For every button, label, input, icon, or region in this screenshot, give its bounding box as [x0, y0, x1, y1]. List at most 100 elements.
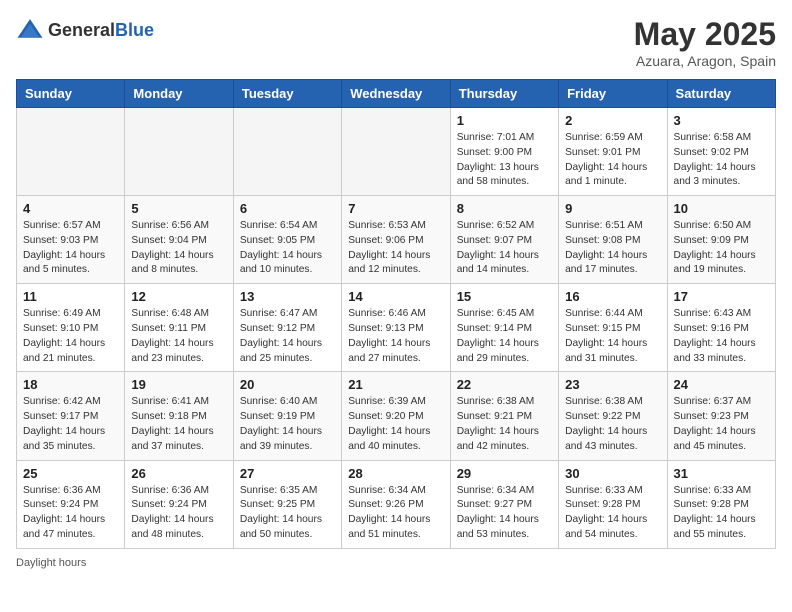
calendar-cell-w4-d7: 24 Sunrise: 6:37 AM Sunset: 9:23 PM Dayli…	[667, 372, 775, 460]
col-saturday: Saturday	[667, 80, 775, 108]
day-info: Sunrise: 6:33 AM Sunset: 9:28 PM Dayligh…	[674, 484, 769, 543]
day-info: Sunrise: 7:01 AM Sunset: 9:00 PM Dayligh…	[457, 131, 552, 190]
day-info: Sunrise: 6:59 AM Sunset: 9:01 PM Dayligh…	[565, 131, 660, 190]
day-number: 26	[131, 466, 226, 481]
day-number: 8	[457, 201, 552, 216]
calendar-cell-w3-d3: 13 Sunrise: 6:47 AM Sunset: 9:12 PM Dayli…	[233, 284, 341, 372]
day-info: Sunrise: 6:35 AM Sunset: 9:25 PM Dayligh…	[240, 484, 335, 543]
calendar-cell-w2-d7: 10Sunrise: 6:50 AM Sunset: 9:09 PM Dayli…	[667, 196, 775, 284]
day-info: Sunrise: 6:38 AM Sunset: 9:22 PM Dayligh…	[565, 395, 660, 454]
day-number: 23	[565, 377, 660, 392]
day-info: Sunrise: 6:41 AM Sunset: 9:18 PM Dayligh…	[131, 395, 226, 454]
calendar-cell-w3-d7: 17Sunrise: 6:43 AM Sunset: 9:16 PM Dayli…	[667, 284, 775, 372]
calendar-cell-w2-d4: 7Sunrise: 6:53 AM Sunset: 9:06 PM Daylig…	[342, 196, 450, 284]
day-number: 17	[674, 289, 769, 304]
day-number: 4	[23, 201, 118, 216]
day-number: 30	[565, 466, 660, 481]
calendar-cell-w3-d2: 12 Sunrise: 6:48 AM Sunset: 9:11 PM Dayli…	[125, 284, 233, 372]
calendar-week-4: 18Sunrise: 6:42 AM Sunset: 9:17 PM Dayli…	[17, 372, 776, 460]
calendar-cell-w2-d3: 6 Sunrise: 6:54 AM Sunset: 9:05 PM Daylig…	[233, 196, 341, 284]
day-number: 6	[240, 201, 335, 216]
footer-note: Daylight hours	[16, 557, 776, 569]
day-info: Sunrise: 6:37 AM Sunset: 9:23 PM Dayligh…	[674, 395, 769, 454]
calendar-cell-w4-d2: 19 Sunrise: 6:41 AM Sunset: 9:18 PM Dayli…	[125, 372, 233, 460]
day-number: 13	[240, 289, 335, 304]
day-number: 11	[23, 289, 118, 304]
calendar-cell-w5-d4: 28 Sunrise: 6:34 AM Sunset: 9:26 PM Dayli…	[342, 460, 450, 548]
calendar-header-row: Sunday Monday Tuesday Wednesday Thursday…	[17, 80, 776, 108]
day-info: Sunrise: 6:58 AM Sunset: 9:02 PM Dayligh…	[674, 131, 769, 190]
day-number: 1	[457, 113, 552, 128]
page-header: GeneralBlue May 2025 Azuara, Aragon, Spa…	[16, 16, 776, 69]
day-number: 19	[131, 377, 226, 392]
title-block: May 2025 Azuara, Aragon, Spain	[634, 16, 776, 69]
day-info: Sunrise: 6:34 AM Sunset: 9:26 PM Dayligh…	[348, 484, 443, 543]
calendar-cell-w1-d7: 3 Sunrise: 6:58 AM Sunset: 9:02 PM Daylig…	[667, 108, 775, 196]
day-number: 2	[565, 113, 660, 128]
day-info: Sunrise: 6:52 AM Sunset: 9:07 PM Dayligh…	[457, 219, 552, 278]
calendar-cell-w4-d3: 20 Sunrise: 6:40 AM Sunset: 9:19 PM Dayli…	[233, 372, 341, 460]
calendar-cell-w5-d2: 26 Sunrise: 6:36 AM Sunset: 9:24 PM Dayli…	[125, 460, 233, 548]
day-number: 31	[674, 466, 769, 481]
calendar-cell-w4-d6: 23 Sunrise: 6:38 AM Sunset: 9:22 PM Dayli…	[559, 372, 667, 460]
day-number: 24	[674, 377, 769, 392]
col-tuesday: Tuesday	[233, 80, 341, 108]
day-info: Sunrise: 6:39 AM Sunset: 9:20 PM Dayligh…	[348, 395, 443, 454]
day-number: 3	[674, 113, 769, 128]
calendar-cell-w4-d5: 22 Sunrise: 6:38 AM Sunset: 9:21 PM Dayli…	[450, 372, 558, 460]
day-info: Sunrise: 6:36 AM Sunset: 9:24 PM Dayligh…	[131, 484, 226, 543]
day-number: 20	[240, 377, 335, 392]
day-number: 15	[457, 289, 552, 304]
calendar-cell-w5-d6: 30Sunrise: 6:33 AM Sunset: 9:28 PM Dayli…	[559, 460, 667, 548]
day-info: Sunrise: 6:56 AM Sunset: 9:04 PM Dayligh…	[131, 219, 226, 278]
day-number: 28	[348, 466, 443, 481]
day-number: 16	[565, 289, 660, 304]
calendar-cell-w3-d5: 15 Sunrise: 6:45 AM Sunset: 9:14 PM Dayli…	[450, 284, 558, 372]
day-number: 29	[457, 466, 552, 481]
logo: GeneralBlue	[16, 16, 154, 44]
day-info: Sunrise: 6:54 AM Sunset: 9:05 PM Dayligh…	[240, 219, 335, 278]
col-wednesday: Wednesday	[342, 80, 450, 108]
col-monday: Monday	[125, 80, 233, 108]
calendar-cell-w1-d6: 2 Sunrise: 6:59 AM Sunset: 9:01 PM Daylig…	[559, 108, 667, 196]
calendar-cell-w1-d4	[342, 108, 450, 196]
calendar-cell-w2-d2: 5Sunrise: 6:56 AM Sunset: 9:04 PM Daylig…	[125, 196, 233, 284]
day-number: 10	[674, 201, 769, 216]
day-number: 18	[23, 377, 118, 392]
day-number: 25	[23, 466, 118, 481]
day-number: 22	[457, 377, 552, 392]
calendar-cell-w5-d7: 31 Sunrise: 6:33 AM Sunset: 9:28 PM Dayli…	[667, 460, 775, 548]
daylight-hours-label: Daylight hours	[16, 557, 86, 569]
calendar-cell-w4-d1: 18Sunrise: 6:42 AM Sunset: 9:17 PM Dayli…	[17, 372, 125, 460]
month-year: May 2025	[634, 16, 776, 53]
calendar-cell-w5-d5: 29 Sunrise: 6:34 AM Sunset: 9:27 PM Dayli…	[450, 460, 558, 548]
col-sunday: Sunday	[17, 80, 125, 108]
day-info: Sunrise: 6:34 AM Sunset: 9:27 PM Dayligh…	[457, 484, 552, 543]
calendar-cell-w4-d4: 21 Sunrise: 6:39 AM Sunset: 9:20 PM Dayli…	[342, 372, 450, 460]
calendar-week-1: 1 Sunrise: 7:01 AM Sunset: 9:00 PM Daylig…	[17, 108, 776, 196]
day-number: 27	[240, 466, 335, 481]
day-number: 21	[348, 377, 443, 392]
day-info: Sunrise: 6:40 AM Sunset: 9:19 PM Dayligh…	[240, 395, 335, 454]
calendar-cell-w1-d5: 1 Sunrise: 7:01 AM Sunset: 9:00 PM Daylig…	[450, 108, 558, 196]
calendar-cell-w3-d1: 11 Sunrise: 6:49 AM Sunset: 9:10 PM Dayli…	[17, 284, 125, 372]
day-info: Sunrise: 6:53 AM Sunset: 9:06 PM Dayligh…	[348, 219, 443, 278]
day-info: Sunrise: 6:51 AM Sunset: 9:08 PM Dayligh…	[565, 219, 660, 278]
day-info: Sunrise: 6:47 AM Sunset: 9:12 PM Dayligh…	[240, 307, 335, 366]
calendar-cell-w3-d6: 16 Sunrise: 6:44 AM Sunset: 9:15 PM Dayli…	[559, 284, 667, 372]
day-info: Sunrise: 6:57 AM Sunset: 9:03 PM Dayligh…	[23, 219, 118, 278]
day-info: Sunrise: 6:45 AM Sunset: 9:14 PM Dayligh…	[457, 307, 552, 366]
col-friday: Friday	[559, 80, 667, 108]
day-info: Sunrise: 6:38 AM Sunset: 9:21 PM Dayligh…	[457, 395, 552, 454]
calendar-cell-w2-d6: 9Sunrise: 6:51 AM Sunset: 9:08 PM Daylig…	[559, 196, 667, 284]
day-info: Sunrise: 6:48 AM Sunset: 9:11 PM Dayligh…	[131, 307, 226, 366]
day-number: 12	[131, 289, 226, 304]
day-info: Sunrise: 6:49 AM Sunset: 9:10 PM Dayligh…	[23, 307, 118, 366]
calendar-cell-w1-d3	[233, 108, 341, 196]
day-info: Sunrise: 6:44 AM Sunset: 9:15 PM Dayligh…	[565, 307, 660, 366]
day-info: Sunrise: 6:46 AM Sunset: 9:13 PM Dayligh…	[348, 307, 443, 366]
calendar-cell-w5-d3: 27 Sunrise: 6:35 AM Sunset: 9:25 PM Dayli…	[233, 460, 341, 548]
calendar-cell-w2-d1: 4 Sunrise: 6:57 AM Sunset: 9:03 PM Daylig…	[17, 196, 125, 284]
day-number: 14	[348, 289, 443, 304]
calendar-cell-w5-d1: 25Sunrise: 6:36 AM Sunset: 9:24 PM Dayli…	[17, 460, 125, 548]
